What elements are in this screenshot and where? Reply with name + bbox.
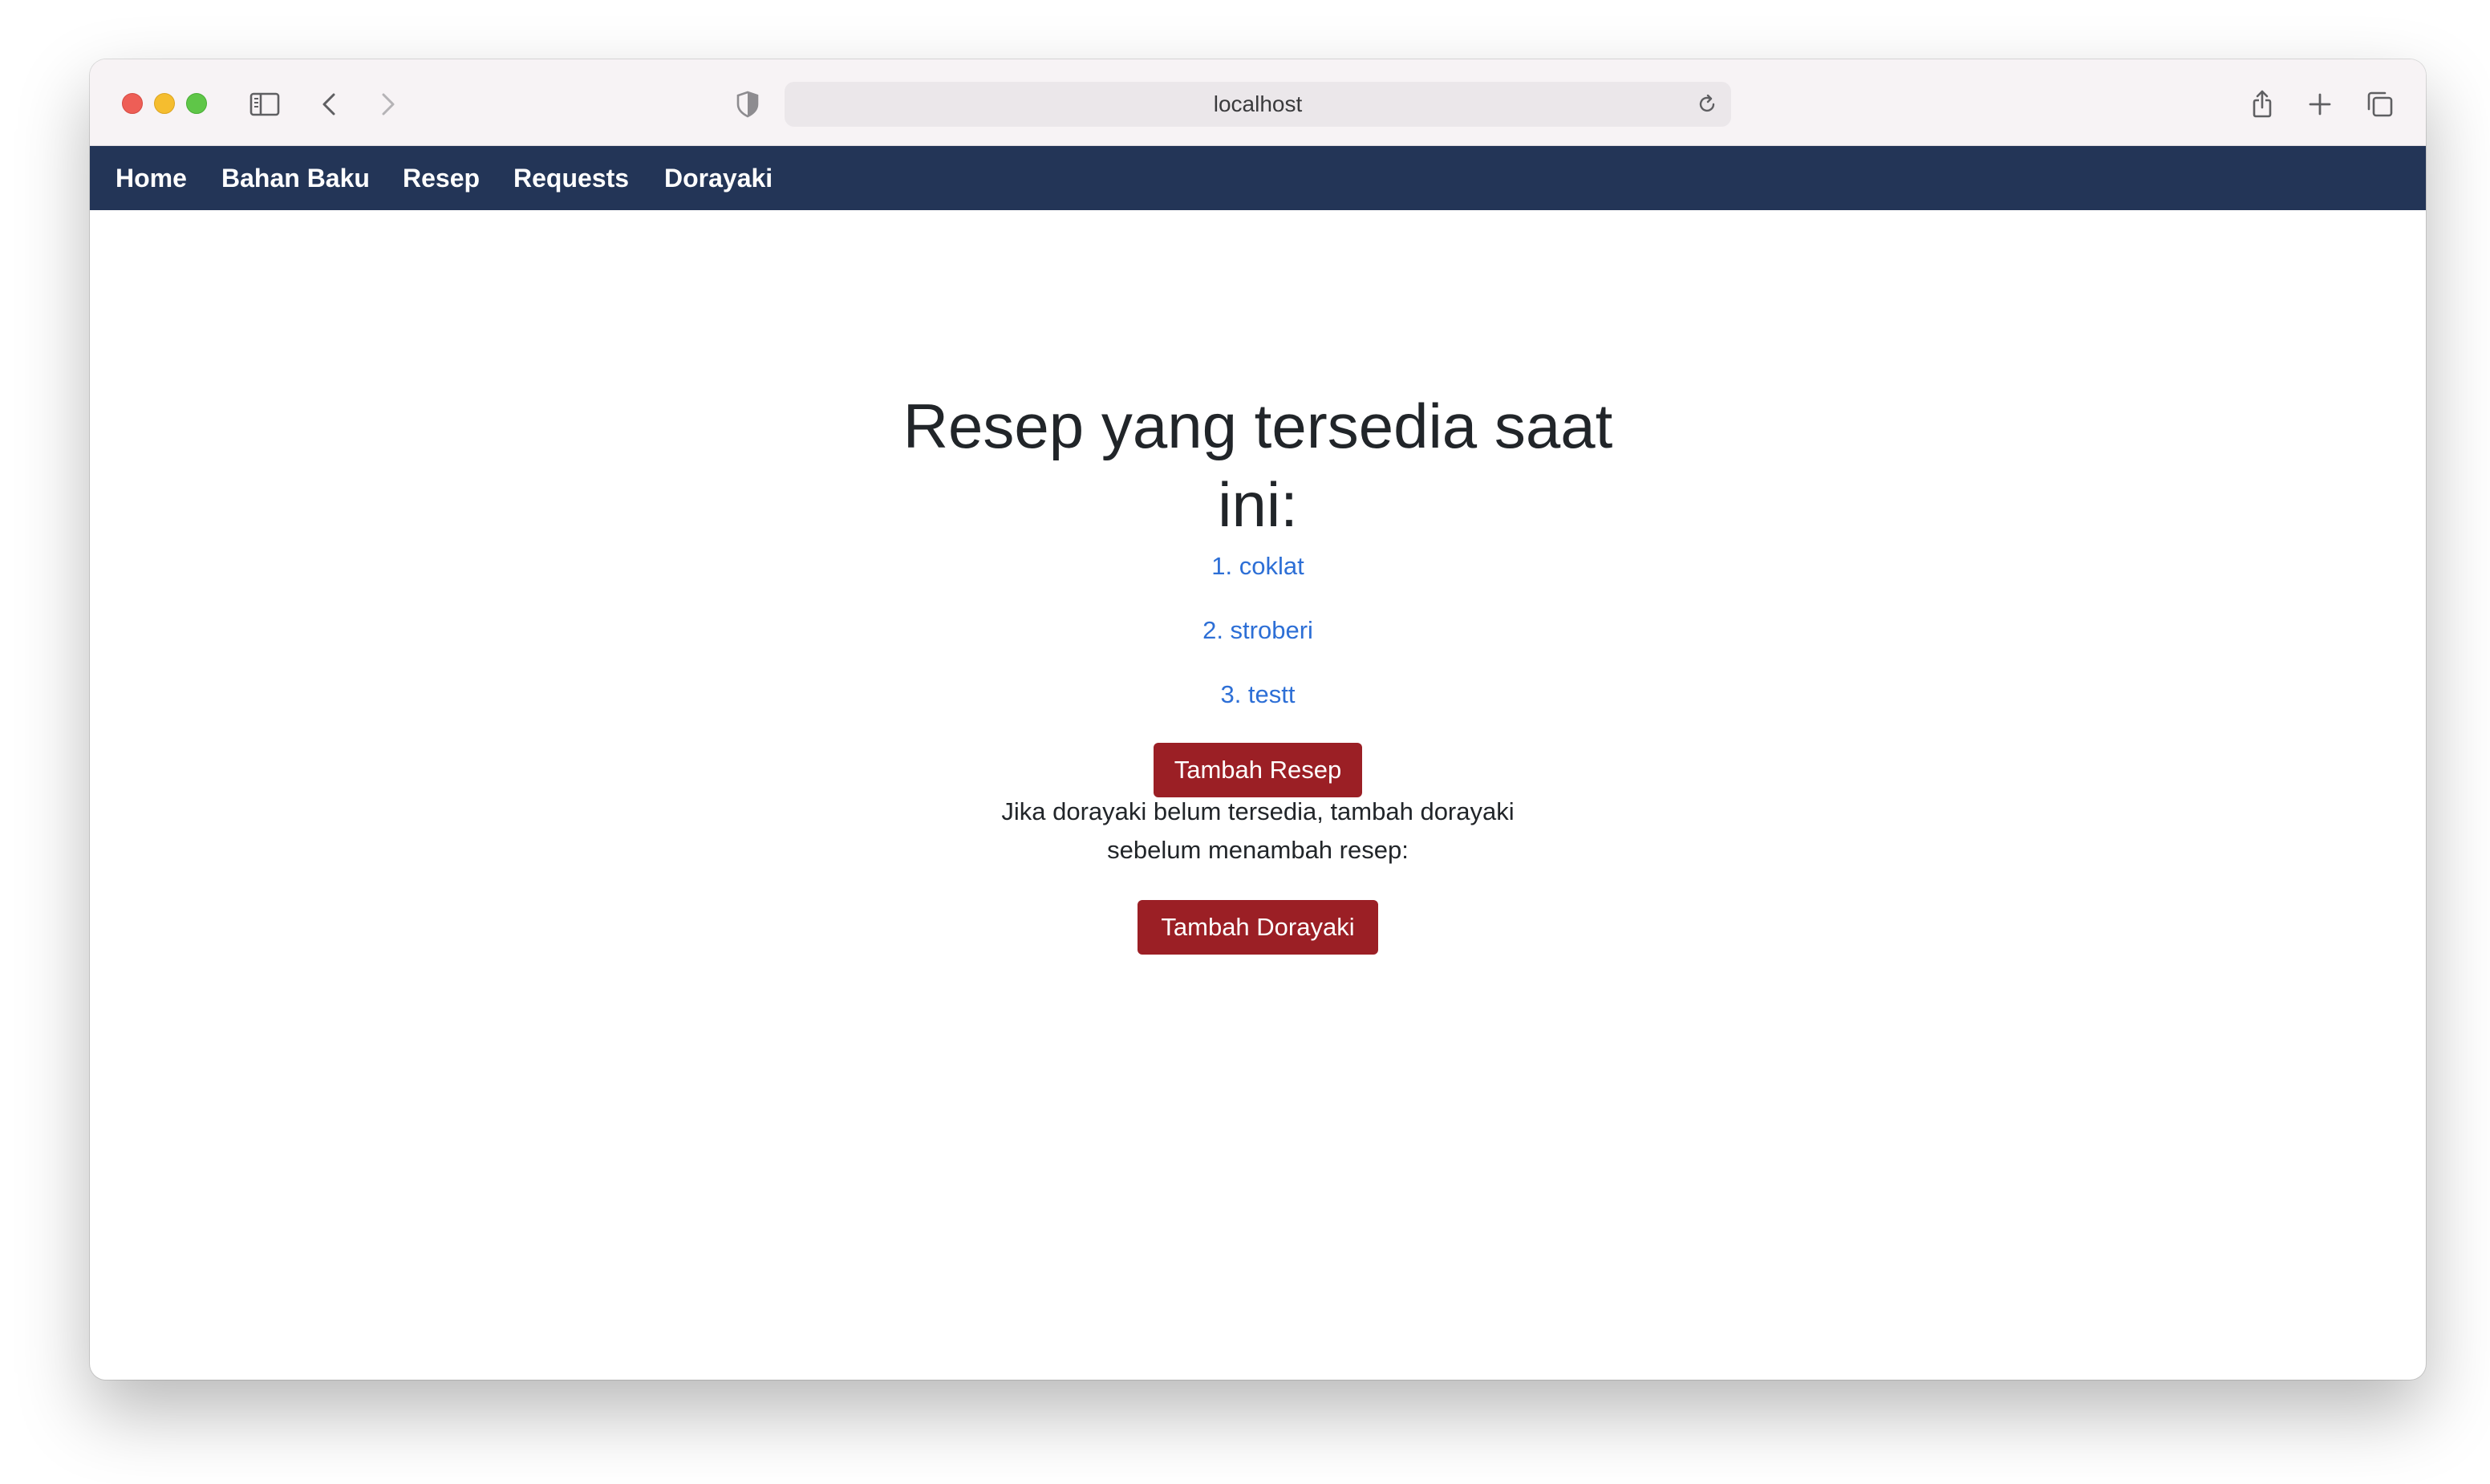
main-content: Resep yang tersedia saat ini: 1. coklat … — [90, 210, 2426, 1380]
page-title: Resep yang tersedia saat ini: — [902, 391, 1613, 540]
zoom-window-button[interactable] — [186, 93, 207, 114]
recipe-link[interactable]: 2. stroberi — [1097, 616, 1418, 645]
nav-item-dorayaki[interactable]: Dorayaki — [664, 146, 773, 210]
forward-icon[interactable] — [369, 87, 404, 122]
add-dorayaki-button[interactable]: Tambah Dorayaki — [1138, 900, 1378, 955]
sidebar-toggle-icon[interactable] — [247, 87, 282, 122]
add-recipe-button[interactable]: Tambah Resep — [1154, 743, 1362, 797]
helper-text: Jika dorayaki belum tersedia, tambah dor… — [1001, 797, 1515, 864]
close-window-button[interactable] — [122, 93, 143, 114]
nav-item-requests[interactable]: Requests — [513, 146, 629, 210]
address-text: localhost — [1213, 91, 1303, 116]
navbar: Home Bahan Baku Resep Requests Dorayaki — [90, 146, 2426, 210]
new-tab-icon[interactable] — [2302, 87, 2338, 122]
back-icon[interactable] — [313, 87, 348, 122]
share-icon[interactable] — [2245, 87, 2280, 122]
address-bar[interactable]: localhost — [785, 82, 1731, 127]
recipe-link[interactable]: 1. coklat — [1097, 552, 1418, 581]
minimize-window-button[interactable] — [154, 93, 175, 114]
reload-icon[interactable] — [1694, 91, 1720, 117]
nav-item-home[interactable]: Home — [116, 146, 187, 210]
tab-overview-icon[interactable] — [2362, 87, 2397, 122]
nav-item-resep[interactable]: Resep — [403, 146, 480, 210]
nav-item-bahan-baku[interactable]: Bahan Baku — [221, 146, 370, 210]
recipe-link[interactable]: 3. testt — [1097, 680, 1418, 709]
browser-toolbar: localhost — [90, 59, 2426, 146]
privacy-shield-icon[interactable] — [730, 87, 765, 122]
browser-window: localhost Home Bahan Baku Resep Requests… — [90, 59, 2426, 1380]
